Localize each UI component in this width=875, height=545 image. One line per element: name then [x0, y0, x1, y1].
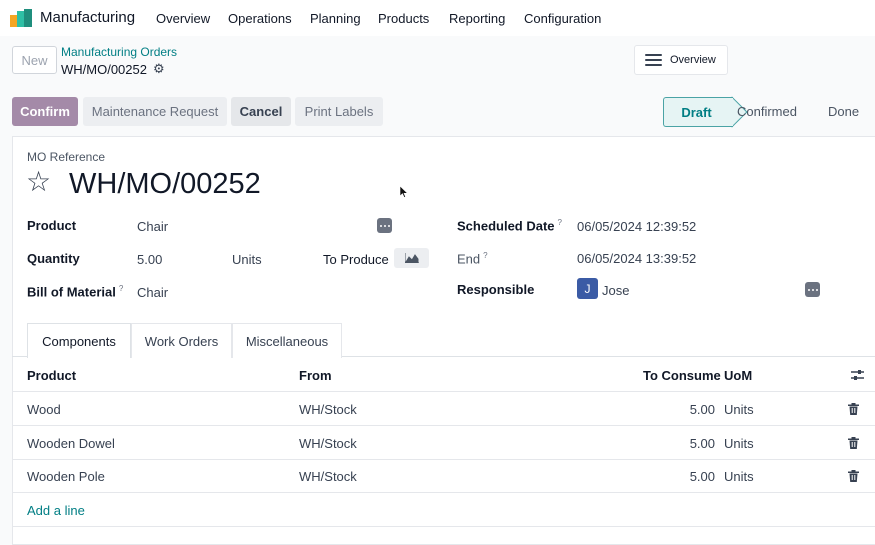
trash-icon[interactable]	[848, 470, 859, 482]
menu-reporting[interactable]: Reporting	[449, 11, 505, 26]
stage-confirmed[interactable]: Confirmed	[737, 104, 797, 119]
quantity-label: Quantity	[27, 251, 80, 266]
responsible-more-icon[interactable]	[805, 282, 820, 297]
table-divider	[12, 492, 875, 493]
menu-planning[interactable]: Planning	[310, 11, 361, 26]
mouse-cursor-icon	[400, 186, 408, 198]
mo-reference-label: MO Reference	[27, 150, 106, 164]
scheduled-date-field[interactable]: 06/05/2024 12:39:52	[577, 219, 696, 234]
confirm-button[interactable]: Confirm	[12, 97, 78, 126]
tab-miscellaneous[interactable]: Miscellaneous	[232, 323, 342, 358]
menu-operations[interactable]: Operations	[228, 11, 292, 26]
table-divider	[12, 425, 875, 426]
overview-button[interactable]: Overview	[634, 45, 728, 75]
breadcrumb-manufacturing-orders[interactable]: Manufacturing Orders	[61, 45, 177, 59]
status-bar: Draft Confirmed Done	[663, 96, 859, 128]
gear-icon[interactable]: ⚙	[153, 61, 165, 77]
scheduled-date-label: Scheduled Date?	[457, 218, 562, 233]
bom-help-icon[interactable]: ?	[119, 284, 123, 293]
menu-overview[interactable]: Overview	[156, 11, 210, 26]
end-label-text: End	[457, 251, 481, 267]
add-line-link[interactable]: Add a line	[27, 503, 85, 518]
mo-reference-title: WH/MO/00252	[69, 168, 261, 200]
manufacturing-app-icon[interactable]	[10, 9, 32, 27]
app-name[interactable]: Manufacturing	[40, 9, 135, 26]
table-row-from[interactable]: WH/Stock	[299, 469, 357, 484]
stage-done[interactable]: Done	[828, 104, 859, 119]
table-row-from[interactable]: WH/Stock	[299, 436, 357, 451]
table-divider	[12, 526, 875, 527]
product-field[interactable]: Chair	[137, 219, 168, 234]
top-navbar: Manufacturing Overview Operations Planni…	[0, 0, 875, 36]
product-label: Product	[27, 218, 77, 233]
stage-draft[interactable]: Draft	[663, 97, 733, 127]
table-row-product[interactable]: Wooden Pole	[27, 469, 105, 484]
cancel-button[interactable]: Cancel	[231, 97, 291, 126]
end-label: End?	[457, 251, 488, 266]
table-row-uom[interactable]: Units	[724, 436, 754, 451]
table-divider	[12, 459, 875, 460]
table-row-qty[interactable]: 5.00	[655, 469, 715, 484]
print-labels-button[interactable]: Print Labels	[295, 97, 383, 126]
hamburger-icon	[645, 54, 662, 66]
responsible-field[interactable]: Jose	[602, 283, 629, 298]
table-row-uom[interactable]: Units	[724, 469, 754, 484]
chart-area-icon[interactable]	[394, 248, 429, 268]
to-produce-label: To Produce	[323, 252, 389, 267]
optional-columns-icon[interactable]	[851, 369, 864, 381]
tab-components[interactable]: Components	[27, 323, 131, 358]
bom-field[interactable]: Chair	[137, 285, 168, 300]
star-icon[interactable]: ☆	[26, 168, 51, 196]
menu-configuration[interactable]: Configuration	[524, 11, 601, 26]
overview-button-label: Overview	[670, 54, 716, 66]
menu-products[interactable]: Products	[378, 11, 429, 26]
table-row-from[interactable]: WH/Stock	[299, 402, 357, 417]
product-more-icon[interactable]	[377, 218, 392, 233]
trash-icon[interactable]	[848, 437, 859, 449]
table-row-product[interactable]: Wood	[27, 402, 61, 417]
avatar[interactable]: J	[577, 278, 598, 299]
bom-label-text: Bill of Material	[27, 284, 116, 300]
end-help-icon[interactable]: ?	[483, 251, 487, 260]
quantity-uom[interactable]: Units	[232, 252, 262, 267]
table-row-qty[interactable]: 5.00	[655, 436, 715, 451]
table-row-qty[interactable]: 5.00	[655, 402, 715, 417]
column-from[interactable]: From	[299, 368, 332, 383]
breadcrumb-current-record: WH/MO/00252 ⚙	[61, 61, 165, 77]
scheduled-help-icon[interactable]: ?	[558, 218, 562, 227]
table-row-uom[interactable]: Units	[724, 402, 754, 417]
quantity-field[interactable]: 5.00	[137, 252, 162, 267]
scheduled-date-label-text: Scheduled Date	[457, 218, 555, 234]
column-uom[interactable]: UoM	[724, 368, 752, 383]
record-name: WH/MO/00252	[61, 61, 147, 77]
end-date-field[interactable]: 06/05/2024 13:39:52	[577, 251, 696, 266]
new-button[interactable]: New	[12, 46, 57, 74]
column-product[interactable]: Product	[27, 368, 76, 383]
tab-work-orders[interactable]: Work Orders	[131, 323, 232, 358]
column-to-consume[interactable]: To Consume	[643, 368, 721, 383]
trash-icon[interactable]	[848, 403, 859, 415]
responsible-label: Responsible	[457, 282, 535, 297]
table-divider	[12, 391, 875, 392]
maintenance-request-button[interactable]: Maintenance Request	[83, 97, 227, 126]
table-row-product[interactable]: Wooden Dowel	[27, 436, 115, 451]
bom-label: Bill of Material?	[27, 284, 123, 299]
